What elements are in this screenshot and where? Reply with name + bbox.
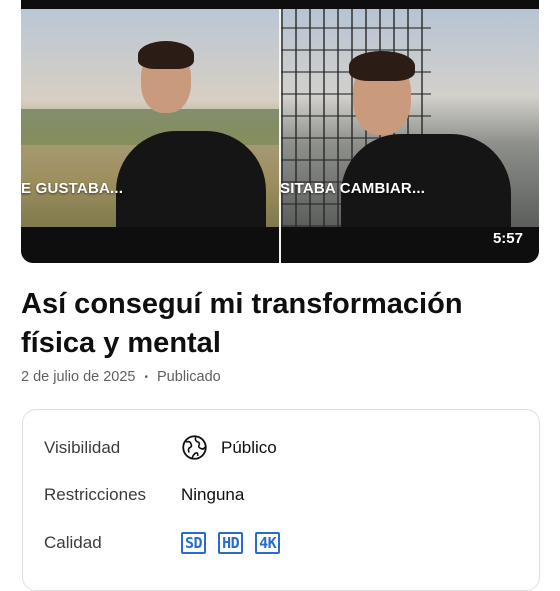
visibility-label: Visibilidad <box>44 437 121 457</box>
restrictions-row[interactable]: Restricciones Ninguna <box>44 485 244 505</box>
video-thumbnail[interactable]: E GUSTABA... SITABA CAMBIAR... 5:57 <box>21 0 539 263</box>
thumbnail-caption-left: E GUSTABA... <box>21 180 124 197</box>
video-meta: 2 de julio de 2025 • Publicado <box>21 369 221 385</box>
globe-icon <box>182 435 207 460</box>
quality-label: Calidad <box>44 533 102 552</box>
quality-badge-hd: HD <box>218 532 244 554</box>
restrictions-value: Ninguna <box>181 485 245 504</box>
meta-separator: • <box>144 371 149 383</box>
publish-status: Publicado <box>157 369 221 385</box>
quality-row: Calidad SD HD 4K <box>44 532 292 554</box>
restrictions-label: Restricciones <box>44 485 147 504</box>
visibility-row[interactable]: Visibilidad Público <box>44 434 277 461</box>
visibility-value: Público <box>221 437 277 457</box>
publish-date: 2 de julio de 2025 <box>21 369 136 385</box>
thumbnail-caption-right: SITABA CAMBIAR... <box>280 180 426 197</box>
quality-badge-4k: 4K <box>255 532 281 554</box>
video-duration: 5:57 <box>492 230 523 247</box>
video-title: Así conseguí mi transformación física y … <box>21 288 463 359</box>
video-details-card: Visibilidad Público Restricciones Ningun… <box>22 409 540 591</box>
quality-badge-sd: SD <box>181 532 207 554</box>
